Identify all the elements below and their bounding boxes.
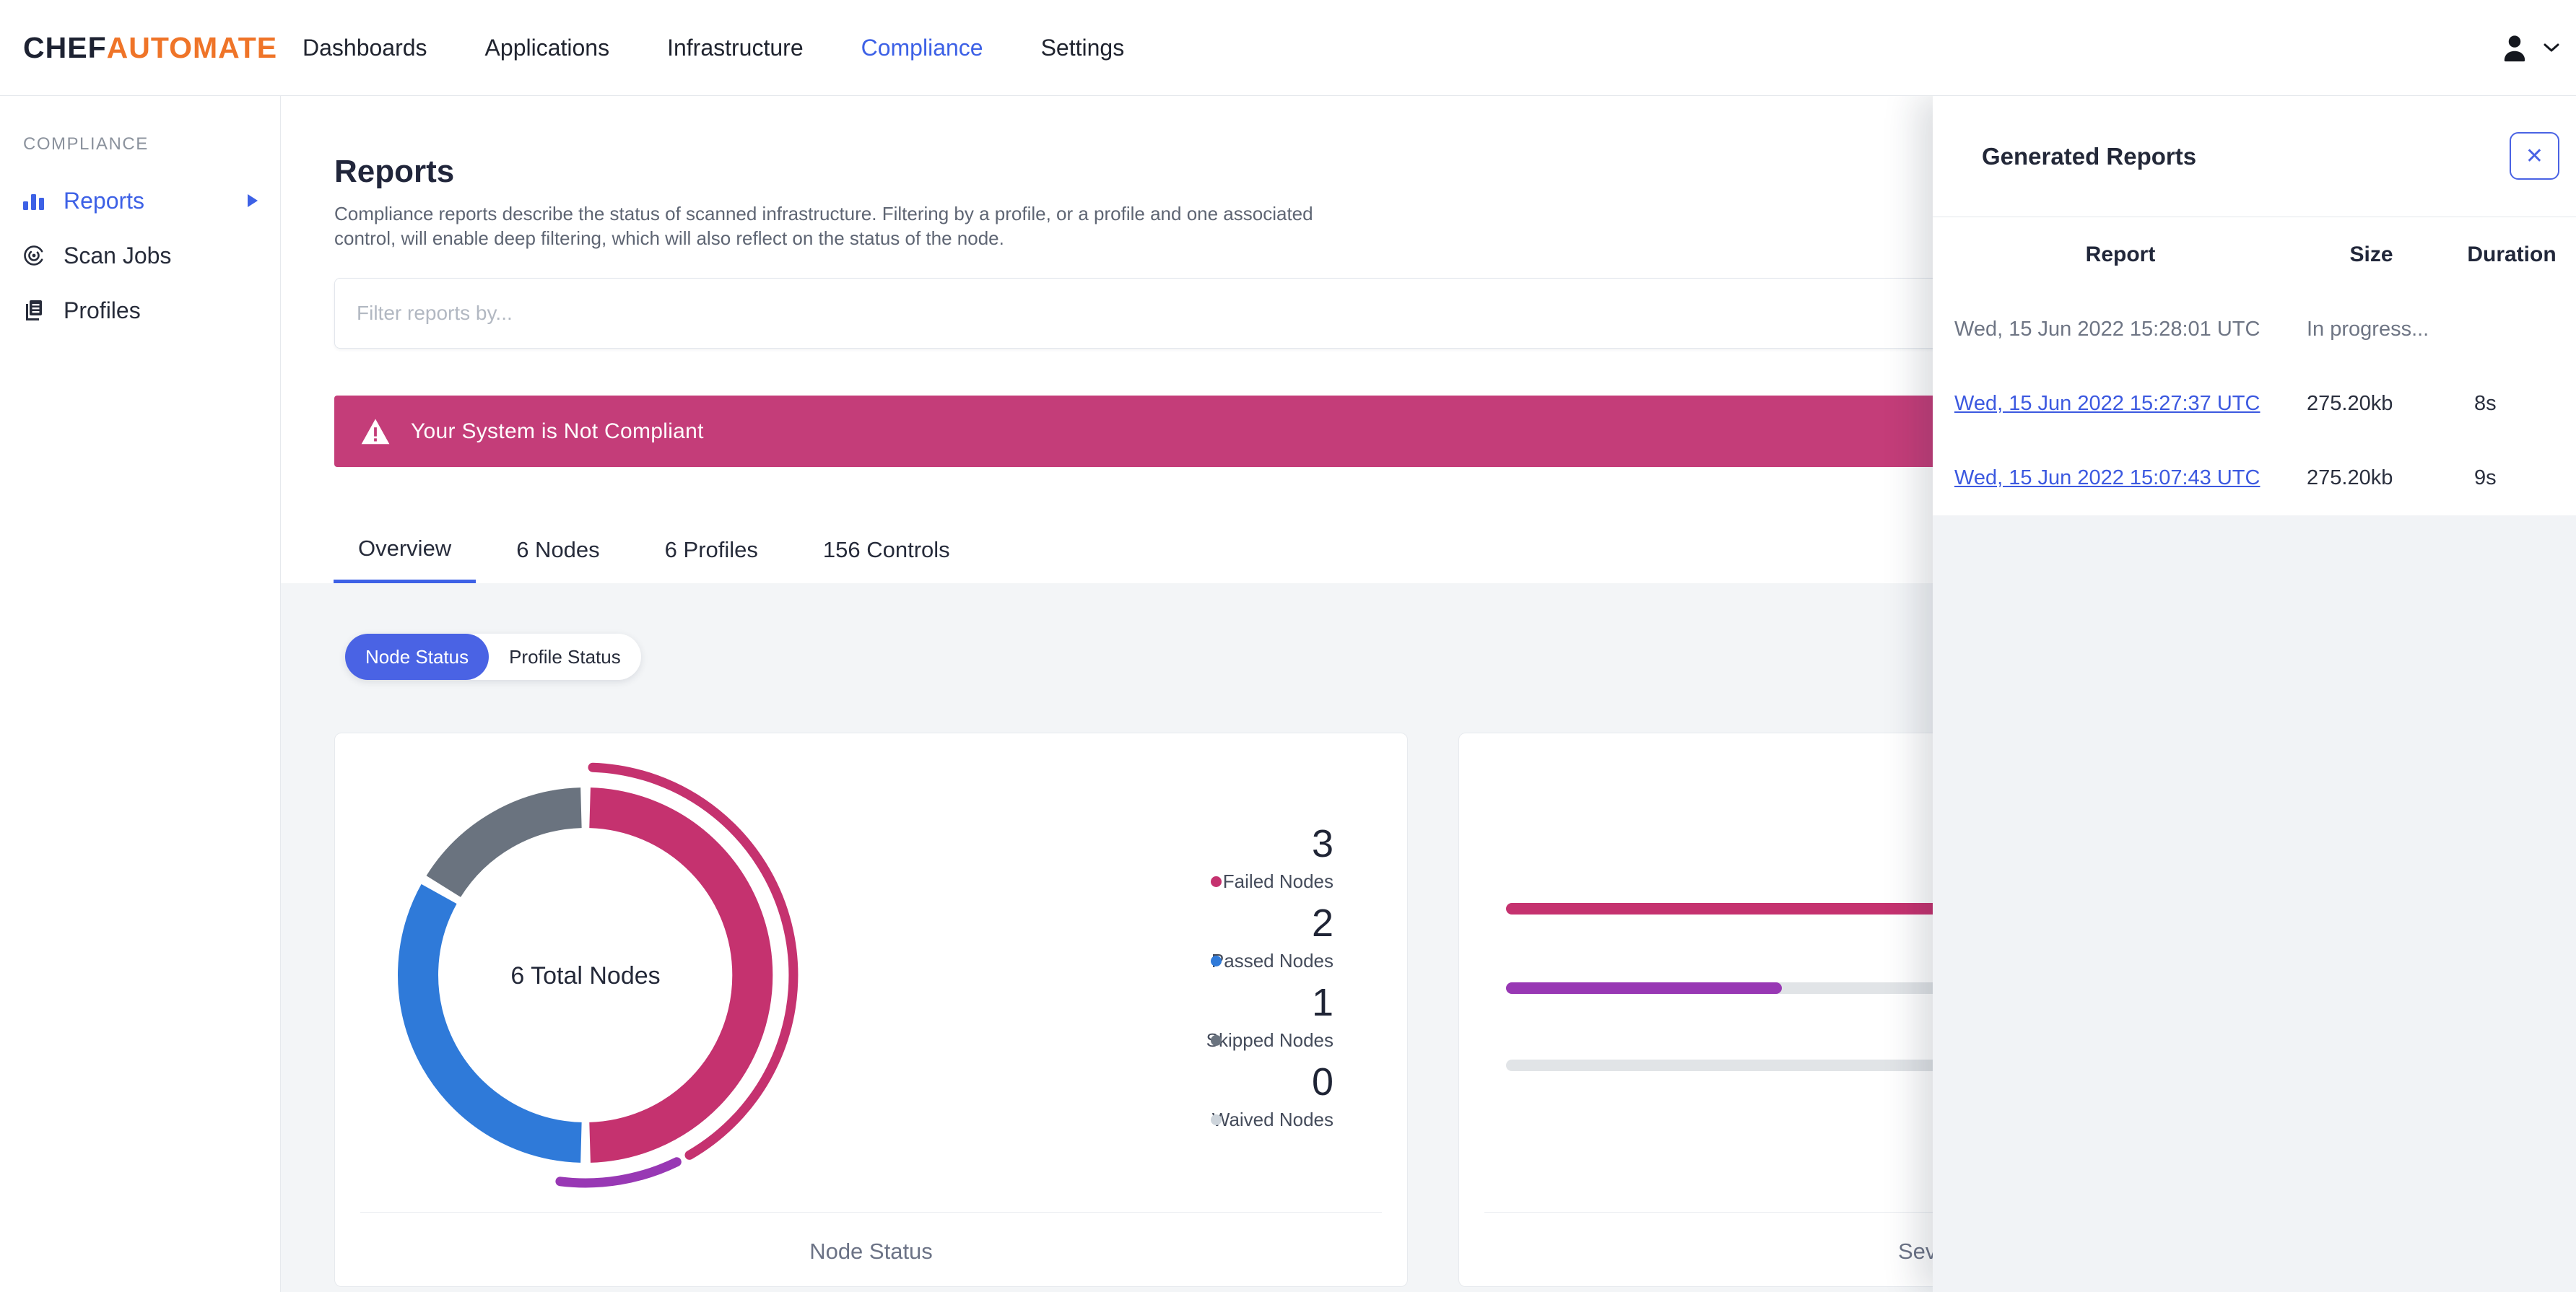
- report-download-link[interactable]: Wed, 15 Jun 2022 15:27:37 UTC: [1954, 392, 2286, 416]
- donut-center-label: 6 Total Nodes: [510, 962, 661, 990]
- donut-skipped-segment: [426, 787, 583, 898]
- arrow-right-icon: [245, 192, 260, 209]
- report-size: 275.20kb: [2307, 466, 2393, 489]
- warning-triangle-icon: [360, 418, 391, 445]
- report-size: In progress...: [2307, 318, 2429, 341]
- report-size: 275.20kb: [2307, 392, 2393, 415]
- donut-passed-segment: [398, 883, 582, 1163]
- toggle-profile-status[interactable]: Profile Status: [489, 634, 641, 680]
- nav-item-infrastructure[interactable]: Infrastructure: [667, 35, 804, 61]
- tab-controls[interactable]: 156 Controls: [799, 517, 975, 583]
- status-toggle: Node Status Profile Status: [345, 634, 641, 680]
- skipped-dot-icon: [1211, 1035, 1222, 1046]
- tab-profiles[interactable]: 6 Profiles: [640, 517, 783, 583]
- generated-reports-panel: Generated Reports ✕ Report Size Duration…: [1933, 96, 2576, 1292]
- tab-nodes[interactable]: 6 Nodes: [492, 517, 624, 583]
- nav-item-compliance[interactable]: Compliance: [861, 35, 983, 61]
- report-download-link[interactable]: Wed, 15 Jun 2022 15:07:43 UTC: [1954, 466, 2286, 490]
- skipped-label: Skipped Nodes: [1206, 1029, 1333, 1051]
- failed-dot-icon: [1211, 876, 1222, 887]
- passed-label: Passed Nodes: [1211, 950, 1333, 972]
- person-icon: [2498, 31, 2531, 64]
- table-row: Wed, 15 Jun 2022 15:27:37 UTC 275.20kb 8…: [1933, 367, 2576, 441]
- waived-dot-icon: [1211, 1114, 1222, 1125]
- nav-item-settings[interactable]: Settings: [1041, 35, 1125, 61]
- passed-count: 2: [1311, 902, 1333, 945]
- failed-count: 3: [1311, 822, 1333, 865]
- sidebar-item-label: Scan Jobs: [64, 242, 172, 269]
- severity-bar-major-fill: [1506, 982, 1782, 994]
- generated-reports-table: Report Size Duration Wed, 15 Jun 2022 15…: [1933, 217, 2576, 515]
- panel-header: Generated Reports ✕: [1933, 96, 2576, 217]
- node-status-caption: Node Status: [809, 1239, 933, 1264]
- column-size: Size: [2349, 243, 2393, 266]
- waived-count: 0: [1311, 1060, 1333, 1104]
- legend-passed-nodes[interactable]: 2 Passed Nodes: [1088, 904, 1333, 972]
- chef-automate-app: CHEF AUTOMATE Dashboards Applications Inf…: [0, 0, 2576, 1292]
- failed-label: Failed Nodes: [1222, 870, 1333, 892]
- donut-outer-arc-major: [555, 1157, 682, 1188]
- column-report: Report: [2085, 243, 2156, 266]
- close-icon[interactable]: ✕: [2510, 132, 2559, 180]
- tab-overview[interactable]: Overview: [334, 517, 477, 583]
- node-status-card: 6 Total Nodes 3 Failed Nodes 2 Passed No…: [334, 733, 1408, 1287]
- report-timestamp: Wed, 15 Jun 2022 15:28:01 UTC: [1954, 318, 2260, 341]
- sidebar-section-label: COMPLIANCE: [23, 134, 149, 154]
- logo-chef: CHEF: [23, 30, 107, 64]
- panel-title: Generated Reports: [1982, 142, 2197, 170]
- alert-message: Your System is Not Compliant: [411, 419, 704, 443]
- sidebar-item-label: Reports: [64, 187, 145, 214]
- nav-item-dashboards[interactable]: Dashboards: [303, 35, 427, 61]
- legend-skipped-nodes[interactable]: 1 Skipped Nodes: [1088, 983, 1333, 1051]
- table-header-row: Report Size Duration: [1933, 217, 2576, 292]
- user-menu[interactable]: [2498, 0, 2560, 95]
- toggle-node-status[interactable]: Node Status: [345, 634, 489, 680]
- sidebar-item-profiles[interactable]: Profiles: [0, 283, 280, 338]
- passed-dot-icon: [1211, 956, 1222, 966]
- page-title: Reports: [334, 154, 455, 190]
- legend-waived-nodes[interactable]: 0 Waived Nodes: [1088, 1062, 1333, 1130]
- skipped-count: 1: [1311, 981, 1333, 1024]
- column-duration: Duration: [2467, 243, 2557, 266]
- chevron-down-icon: [2543, 42, 2560, 53]
- legend-failed-nodes[interactable]: 3 Failed Nodes: [1088, 824, 1333, 892]
- sidebar-item-label: Profiles: [64, 297, 141, 323]
- scan-target-icon: [22, 243, 46, 268]
- top-nav: CHEF AUTOMATE Dashboards Applications Inf…: [0, 0, 2576, 96]
- profiles-stack-icon: [22, 298, 46, 323]
- logo-automate: AUTOMATE: [106, 30, 278, 64]
- primary-nav: Dashboards Applications Infrastructure C…: [303, 0, 1124, 95]
- chef-automate-logo[interactable]: CHEF AUTOMATE: [23, 0, 277, 95]
- report-duration: 9s: [2474, 466, 2497, 489]
- table-row: Wed, 15 Jun 2022 15:28:01 UTC In progres…: [1933, 292, 2576, 367]
- sidebar-item-reports[interactable]: Reports: [0, 173, 280, 228]
- sidebar-item-scan-jobs[interactable]: Scan Jobs: [0, 228, 280, 283]
- report-duration: 8s: [2474, 392, 2497, 415]
- compliance-sidebar: COMPLIANCE Reports Scan Jobs Profiles: [0, 95, 281, 1292]
- page-description: Compliance reports describe the status o…: [334, 203, 1313, 249]
- waived-label: Waived Nodes: [1211, 1109, 1333, 1130]
- table-row: Wed, 15 Jun 2022 15:07:43 UTC 275.20kb 9…: [1933, 441, 2576, 515]
- card-divider: [360, 1212, 1382, 1213]
- nav-item-applications[interactable]: Applications: [485, 35, 610, 61]
- report-tabs: Overview 6 Nodes 6 Profiles 156 Controls: [334, 517, 975, 583]
- bar-chart-icon: [22, 188, 46, 213]
